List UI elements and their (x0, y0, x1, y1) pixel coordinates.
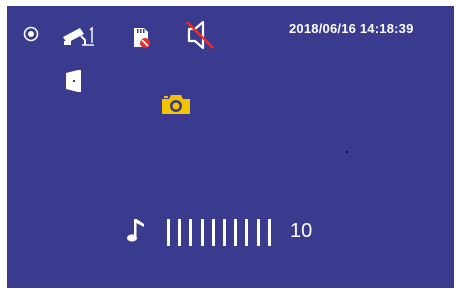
volume-bar (245, 219, 249, 246)
volume-bar (189, 219, 193, 246)
volume-bar (234, 219, 238, 246)
sd-card-missing-icon (134, 28, 150, 48)
date-time-display: 2018/06/16 14:18:39 (289, 21, 414, 36)
snapshot-camera-icon[interactable] (160, 92, 192, 116)
camera-1-icon (63, 26, 94, 46)
volume-bar (178, 219, 182, 246)
volume-bar (200, 219, 204, 246)
volume-bar (167, 219, 170, 246)
volume-bar (223, 219, 226, 246)
record-indicator-icon (23, 26, 39, 42)
volume-bar (256, 219, 260, 246)
door-unlock-icon[interactable] (64, 68, 86, 94)
speaker-muted-icon (186, 20, 214, 50)
screen-speck (346, 151, 348, 153)
monitor-screen: 2018/06/16 14:18:39 10 (7, 6, 454, 288)
volume-bar (267, 219, 271, 246)
volume-level-value: 10 (290, 220, 313, 242)
music-note-icon (127, 219, 144, 242)
volume-bar (211, 219, 215, 246)
